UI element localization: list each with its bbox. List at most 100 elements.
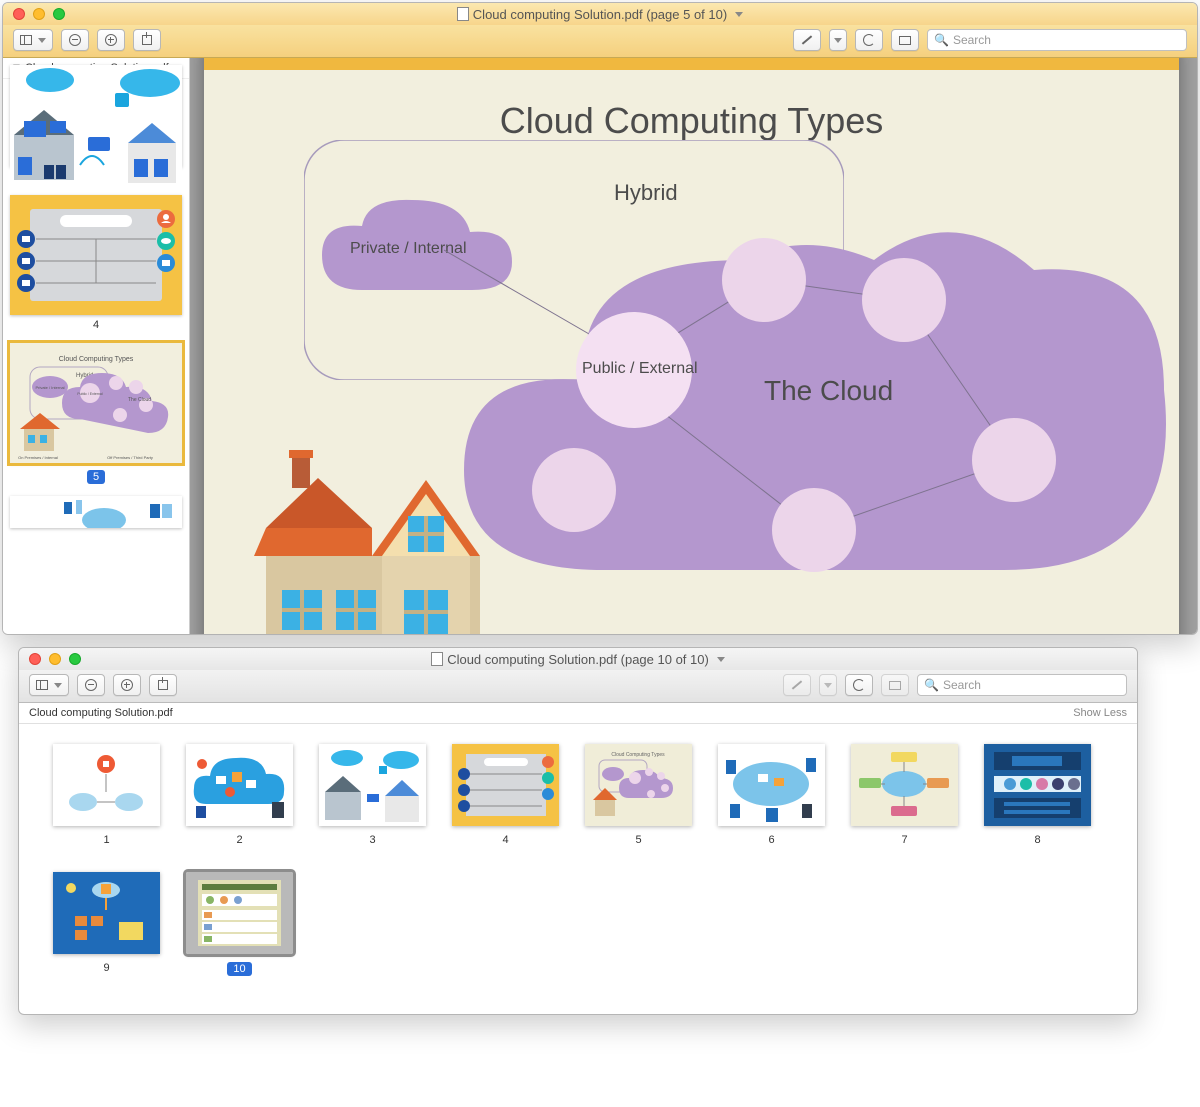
preview-window-contact-sheet: Cloud computing Solution.pdf (page 10 of… — [18, 647, 1138, 1015]
pen-icon — [802, 35, 812, 44]
svg-text:Public / External: Public / External — [77, 392, 103, 396]
sheet-header: Cloud computing Solution.pdf Show Less — [19, 703, 1137, 724]
grid-thumb-7[interactable] — [851, 744, 958, 826]
svg-text:The Cloud: The Cloud — [128, 397, 151, 403]
window-title: Cloud computing Solution.pdf (page 5 of … — [3, 7, 1197, 22]
grid-thumb-2[interactable] — [186, 744, 293, 826]
svg-text:Cloud Computing Types: Cloud Computing Types — [611, 752, 665, 758]
sidebar-toggle-button[interactable] — [13, 29, 53, 51]
sidebar-toggle-button[interactable] — [29, 674, 69, 696]
svg-text:Cloud Computing Types: Cloud Computing Types — [59, 356, 134, 363]
zoom-icon[interactable] — [53, 8, 65, 20]
thumb-label: 9 — [103, 962, 109, 974]
crop-button[interactable] — [891, 29, 919, 51]
thumb-label: 2 — [236, 834, 242, 846]
chevron-down-icon — [834, 38, 842, 43]
toolbox-icon — [899, 36, 911, 45]
pen-icon — [792, 680, 802, 689]
markup-button[interactable] — [793, 29, 821, 51]
zoom-in-button[interactable] — [97, 29, 125, 51]
markup-dropdown[interactable] — [829, 29, 847, 51]
public-label: Public / External — [582, 360, 698, 378]
sheet-title: Cloud computing Solution.pdf — [29, 707, 173, 719]
thumb-label: 7 — [901, 834, 907, 846]
thumb-label: 3 — [369, 834, 375, 846]
diagram-title: Cloud Computing Types — [204, 100, 1179, 142]
grid-thumb-5[interactable]: Cloud Computing Types — [585, 744, 692, 826]
zoom-icon[interactable] — [69, 653, 81, 665]
grid-thumb-6[interactable] — [718, 744, 825, 826]
sidebar-icon — [20, 35, 32, 45]
share-button[interactable] — [133, 29, 161, 51]
zoom-out-button[interactable] — [61, 29, 89, 51]
share-icon — [158, 680, 168, 690]
grid-thumb-8[interactable] — [984, 744, 1091, 826]
zoom-out-button[interactable] — [77, 674, 105, 696]
thumb-label: 4 — [502, 834, 508, 846]
titlebar[interactable]: Cloud computing Solution.pdf (page 10 of… — [19, 648, 1137, 670]
search-input[interactable]: 🔍Search — [927, 29, 1187, 51]
chevron-down-icon — [38, 38, 46, 43]
chevron-down-icon — [54, 683, 62, 688]
pdf-page-5: Cloud Computing Types Hybrid Private / I… — [204, 58, 1179, 635]
zoom-in-icon — [121, 679, 133, 691]
sidebar-icon — [36, 680, 48, 690]
svg-text:Off Premises / Third Party: Off Premises / Third Party — [107, 455, 153, 460]
toolbox-icon — [889, 681, 901, 690]
preview-window-page5: Cloud computing Solution.pdf (page 5 of … — [2, 2, 1198, 635]
sidebar-thumb-3[interactable] — [10, 65, 182, 167]
sidebar-thumb-5[interactable]: Cloud Computing Types Hybrid Private / I… — [10, 343, 182, 463]
grid-thumb-9[interactable] — [53, 872, 160, 954]
house-illustration — [254, 450, 504, 635]
zoom-in-button[interactable] — [113, 674, 141, 696]
rotate-button[interactable] — [855, 29, 883, 51]
share-button[interactable] — [149, 674, 177, 696]
thumb-label: 4 — [93, 319, 99, 331]
show-less-button[interactable]: Show Less — [1073, 707, 1127, 719]
close-icon[interactable] — [13, 8, 25, 20]
document-icon — [431, 652, 443, 666]
grid-thumb-10[interactable] — [186, 872, 293, 954]
thumb-label: 10 — [227, 962, 251, 976]
document-icon — [457, 7, 469, 21]
toolbar: 🔍Search — [3, 25, 1197, 58]
thumb-label: 6 — [768, 834, 774, 846]
search-input[interactable]: 🔍Search — [917, 674, 1127, 696]
sidebar-thumb-6[interactable] — [10, 496, 182, 528]
svg-text:On Premises / Internal: On Premises / Internal — [18, 455, 58, 460]
minimize-icon[interactable] — [33, 8, 45, 20]
thumb-label: 1 — [103, 834, 109, 846]
markup-dropdown[interactable] — [819, 674, 837, 696]
toolbar: 🔍Search — [19, 670, 1137, 703]
zoom-out-icon — [69, 34, 81, 46]
markup-button[interactable] — [783, 674, 811, 696]
crop-button[interactable] — [881, 674, 909, 696]
rotate-icon — [853, 679, 865, 691]
grid-thumb-1[interactable] — [53, 744, 160, 826]
thumb-label: 5 — [635, 834, 641, 846]
grid-thumb-4[interactable] — [452, 744, 559, 826]
sidebar-thumb-4[interactable] — [10, 195, 182, 315]
chevron-down-icon[interactable] — [717, 657, 725, 662]
rotate-icon — [863, 34, 875, 46]
thumb-label: 8 — [1034, 834, 1040, 846]
svg-text:Private / Internal: Private / Internal — [35, 385, 64, 390]
zoom-in-icon — [105, 34, 117, 46]
titlebar[interactable]: Cloud computing Solution.pdf (page 5 of … — [3, 3, 1197, 25]
rotate-button[interactable] — [845, 674, 873, 696]
thumbnail-grid: 1 2 3 — [19, 724, 1137, 996]
minimize-icon[interactable] — [49, 653, 61, 665]
cloud-label: The Cloud — [764, 375, 893, 407]
search-icon: 🔍 — [934, 33, 949, 47]
thumbnail-sidebar[interactable]: ▼ Cloud computing Solution.pdf — [3, 58, 190, 635]
page-view[interactable]: Cloud Computing Types Hybrid Private / I… — [190, 58, 1197, 635]
zoom-out-icon — [85, 679, 97, 691]
chevron-down-icon — [824, 683, 832, 688]
grid-thumb-3[interactable] — [319, 744, 426, 826]
share-icon — [142, 35, 152, 45]
chevron-down-icon[interactable] — [735, 12, 743, 17]
window-title: Cloud computing Solution.pdf (page 10 of… — [19, 652, 1137, 667]
thumb-label: 5 — [87, 470, 105, 484]
close-icon[interactable] — [29, 653, 41, 665]
search-icon: 🔍 — [924, 678, 939, 692]
